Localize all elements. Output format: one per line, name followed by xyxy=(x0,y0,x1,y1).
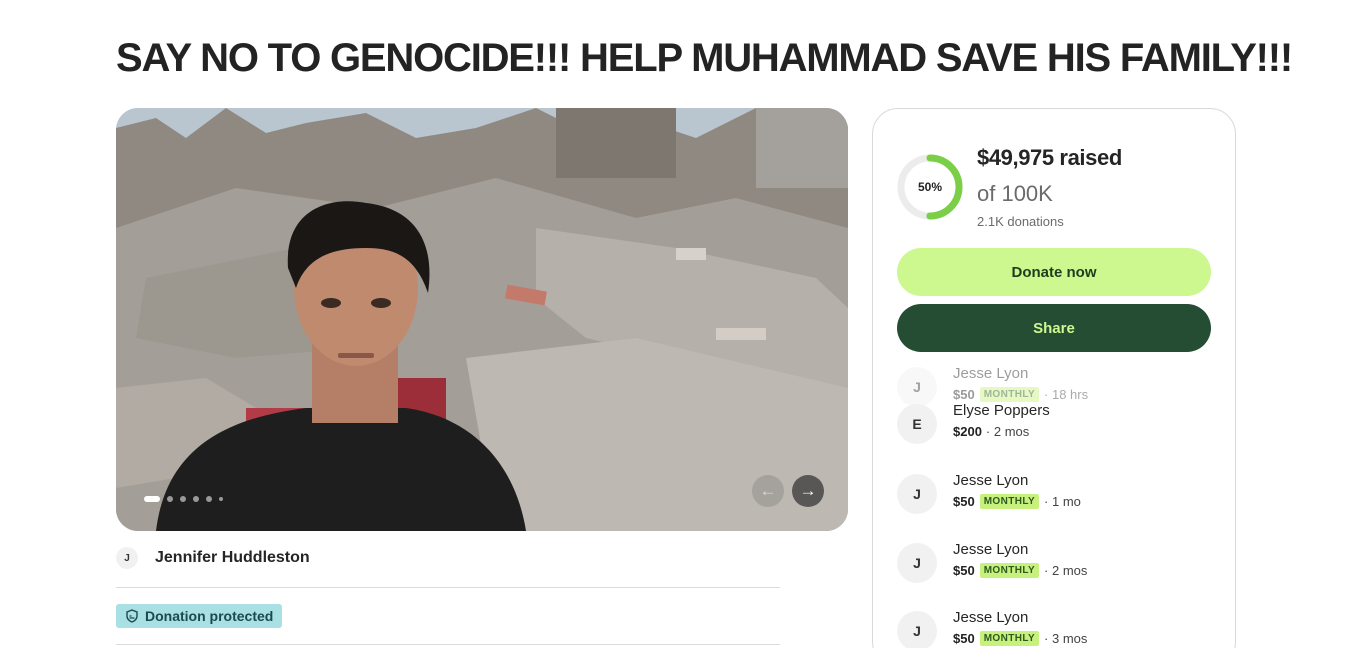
donation-item: J Jesse Lyon $50 MONTHLY · 1 mo xyxy=(897,472,1217,518)
donation-amount: $50 xyxy=(953,494,975,509)
organizer-avatar: J xyxy=(116,547,138,569)
carousel-next-button[interactable]: → xyxy=(792,475,824,507)
donor-avatar: J xyxy=(897,543,937,583)
carousel-dot[interactable] xyxy=(180,496,186,502)
shield-icon xyxy=(126,609,138,623)
donor-name: Elyse Poppers xyxy=(953,402,1050,419)
donation-amount: $50 xyxy=(953,387,975,402)
carousel-dot[interactable] xyxy=(219,497,223,501)
carousel-dot[interactable] xyxy=(206,496,212,502)
donation-protected-label: Donation protected xyxy=(145,608,274,624)
donor-name: Jesse Lyon xyxy=(953,541,1029,558)
donation-item: J Jesse Lyon $50 MONTHLY · 3 mos xyxy=(897,609,1217,648)
donor-avatar: J xyxy=(897,474,937,514)
carousel-dot[interactable] xyxy=(193,496,199,502)
donation-meta: $50 MONTHLY · 3 mos xyxy=(953,631,1087,646)
donation-meta: $50 MONTHLY · 2 mos xyxy=(953,563,1087,578)
carousel-prev-button[interactable]: ← xyxy=(752,475,784,507)
campaign-photo-carousel[interactable]: ← → xyxy=(116,108,848,531)
campaign-title: SAY NO TO GENOCIDE!!! HELP MUHAMMAD SAVE… xyxy=(116,36,1293,80)
campaign-photo xyxy=(116,108,848,531)
donation-meta: $200 · 2 mos xyxy=(953,424,1029,439)
divider xyxy=(116,587,780,588)
monthly-badge: MONTHLY xyxy=(979,387,1040,402)
donation-time: · 1 mo xyxy=(1044,494,1081,509)
donation-time: · 3 mos xyxy=(1044,631,1088,646)
donor-name: Jesse Lyon xyxy=(953,365,1029,382)
donation-time: · 18 hrs xyxy=(1044,387,1089,402)
arrow-left-icon: ← xyxy=(759,481,777,500)
donate-now-button[interactable]: Donate now xyxy=(897,248,1211,296)
carousel-indicators[interactable] xyxy=(144,496,223,502)
monthly-badge: MONTHLY xyxy=(979,563,1040,578)
donation-time: · 2 mos xyxy=(1044,563,1088,578)
donation-item: J Jesse Lyon $50 MONTHLY · 2 mos xyxy=(897,541,1217,587)
donor-avatar: E xyxy=(897,404,937,444)
amount-raised: $49,975 raised xyxy=(977,145,1122,170)
donation-amount: $200 xyxy=(953,424,982,439)
donations-count[interactable]: 2.1K donations xyxy=(977,214,1064,229)
monthly-badge: MONTHLY xyxy=(979,494,1040,509)
organizer-name[interactable]: Jennifer Huddleston xyxy=(155,549,310,567)
carousel-dot[interactable] xyxy=(167,496,173,502)
goal-amount: of 100K xyxy=(977,181,1053,206)
donor-avatar: J xyxy=(897,367,937,407)
donor-name: Jesse Lyon xyxy=(953,472,1029,489)
divider xyxy=(116,644,780,645)
progress-percent: 50% xyxy=(917,180,943,194)
donor-name: Jesse Lyon xyxy=(953,609,1029,626)
donation-time: · 2 mos xyxy=(985,424,1030,439)
donation-protected-badge[interactable]: Donation protected xyxy=(116,604,283,628)
donation-meta: $50 MONTHLY · 1 mo xyxy=(953,494,1081,509)
monthly-badge: MONTHLY xyxy=(979,631,1040,646)
arrow-right-icon: → xyxy=(799,481,817,500)
donation-amount: $50 xyxy=(953,563,975,578)
donation-meta: $50 MONTHLY · 18 hrs xyxy=(953,387,1088,402)
donation-item: E Elyse Poppers $200 · 2 mos xyxy=(897,402,1217,448)
donation-sidebar: 50% $49,975 raised of 100K 2.1K donation… xyxy=(872,108,1236,648)
carousel-dot-active[interactable] xyxy=(144,496,160,502)
organizer[interactable]: J Jennifer Huddleston xyxy=(116,547,310,569)
donation-amount: $50 xyxy=(953,631,975,646)
donor-avatar: J xyxy=(897,611,937,648)
share-button[interactable]: Share xyxy=(897,304,1211,352)
